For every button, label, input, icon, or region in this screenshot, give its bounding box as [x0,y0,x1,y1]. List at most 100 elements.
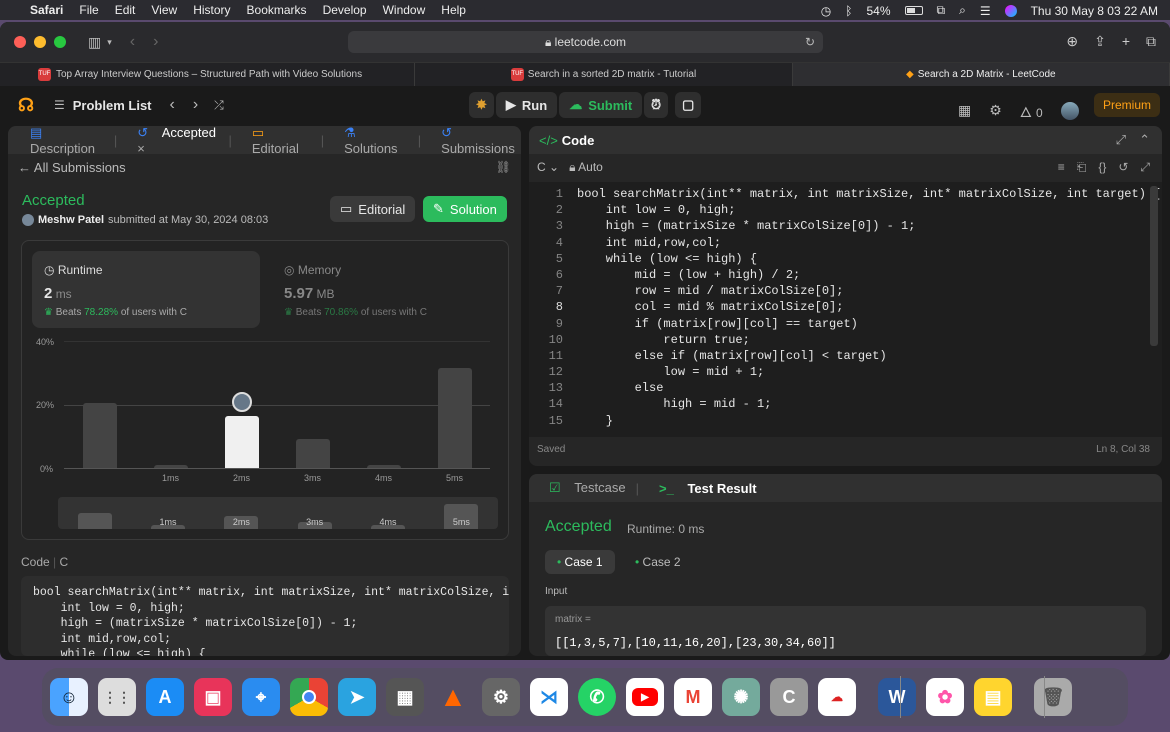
expand-icon[interactable]: ⤢ [1116,132,1126,148]
language-select[interactable]: C ⌄ [537,160,559,175]
new-tab-icon[interactable]: + [1122,33,1130,50]
launchpad-icon[interactable]: ⋮⋮ [98,678,136,716]
menu-window[interactable]: Window [383,3,426,17]
tab-leetcode[interactable]: ◆ Search a 2D Matrix - LeetCode [792,63,1170,86]
runtime-card[interactable]: ◷ Runtime 2 ms ♛ Beats 78.28% of users w… [32,251,260,328]
forward-arrow-icon[interactable]: › [153,33,158,51]
chart-bar[interactable] [153,464,188,468]
timer-button[interactable]: ⏰︎ [644,92,669,118]
chatgpt-icon[interactable]: ✺ [722,678,760,716]
youtube-icon[interactable]: ▶ [626,678,664,716]
leetcode-logo-icon[interactable]: ☊ [18,95,34,116]
tab-description[interactable]: ▤ Description [20,126,104,156]
whatsapp-icon[interactable]: ✆ [578,678,616,716]
avatar[interactable] [1060,101,1079,120]
case-1-tab[interactable]: • Case 1 [545,550,615,574]
chart-bar[interactable] [366,464,401,468]
system-settings-icon[interactable]: ⚙ [482,678,520,716]
clips-icon[interactable]: ▣ [194,678,232,716]
word-icon[interactable]: W [878,678,916,716]
control-center-icon[interactable]: ☰ [980,4,991,18]
trash-icon[interactable]: 🗑︎ [1034,678,1072,716]
vscode-icon[interactable]: ⋊ [530,678,568,716]
zoom-window-button[interactable] [54,36,66,48]
premium-button[interactable]: Premium [1094,93,1160,117]
search-icon[interactable]: ⌕ [959,3,966,18]
share-icon[interactable]: ⇪ [1094,33,1106,50]
next-problem-icon[interactable]: › [193,96,198,114]
chrome-icon[interactable] [290,678,328,716]
app-store-icon[interactable]: A [146,678,184,716]
menu-bookmarks[interactable]: Bookmarks [247,3,307,17]
chart-bar[interactable] [224,415,259,468]
cloud-app-icon[interactable]: ☁ [818,678,856,716]
menu-edit[interactable]: Edit [115,3,136,17]
tab-array-questions[interactable]: TUF Top Array Interview Questions – Struc… [0,63,416,86]
menu-develop[interactable]: Develop [323,3,367,17]
editor-scrollbar[interactable] [1150,186,1158,346]
reset-icon[interactable]: ↺ [1118,160,1128,175]
tab-solutions[interactable]: ⚗ Solutions [334,126,408,156]
chevron-down-icon[interactable]: ▾ [107,37,112,48]
notes-icon[interactable]: ▤ [974,678,1012,716]
user-avatar[interactable] [22,214,34,226]
editorial-button[interactable]: ▭ Editorial [330,196,416,222]
close-tab-icon[interactable]: × [137,141,145,156]
fullscreen-icon[interactable]: ⤢ [1140,160,1150,175]
code-area[interactable]: 1 2 3 4 5 6 7 8 9 10 11 12 13 14 15 bool searchMatrix(… [529,182,1162,437]
shuffle-icon[interactable]: ⤮ [214,98,224,113]
bluetooth-icon[interactable]: ᛒ [845,4,852,18]
safari-icon[interactable]: ⌖ [242,678,280,716]
tab-search-tutorial[interactable]: TUF Search in a sorted 2D matrix - Tutori… [415,63,793,86]
format-icon[interactable]: ≡ [1058,160,1065,175]
streak-flame-icon[interactable]: 🜂 0 [1020,96,1043,125]
menubar-datetime[interactable]: Thu 30 May 8 03 22 AM [1031,4,1158,18]
menu-history[interactable]: History [193,3,230,17]
memory-card[interactable]: ◎ Memory 5.97 MB ♛ Beats 70.86% of users… [272,251,500,328]
siri-icon[interactable] [1004,4,1017,17]
all-submissions-link[interactable]: ← All Submissions [18,160,126,175]
clock-icon[interactable]: ◷ [821,4,831,18]
collapse-icon[interactable]: ⌃ [1139,132,1150,148]
downloads-icon[interactable]: ⊕ [1066,33,1078,50]
chart-bar[interactable] [295,439,330,468]
case-2-tab[interactable]: • Case 2 [625,550,691,574]
username[interactable]: Meshw Patel [38,214,104,226]
bookmark-icon[interactable]: ⎗ [1077,160,1087,175]
braces-icon[interactable]: {} [1098,160,1106,175]
range-selector[interactable]: 1ms 2ms 3ms 4ms 5ms [58,497,498,529]
reload-icon[interactable]: ↻ [805,31,815,53]
gmail-icon[interactable]: M [674,678,712,716]
c-app-icon[interactable]: C [770,678,808,716]
minimize-window-button[interactable] [34,36,46,48]
close-window-button[interactable] [14,36,26,48]
menu-help[interactable]: Help [441,3,466,17]
chart-bar[interactable] [437,368,472,468]
tab-editorial[interactable]: ▭ Editorial [242,126,311,156]
telegram-icon[interactable]: ➤ [338,678,376,716]
prev-problem-icon[interactable]: ‹ [170,96,175,114]
auto-mode[interactable]: 🔒︎ Auto [569,160,603,175]
address-bar[interactable]: 🔒︎ leetcode.com ↻ [348,31,823,53]
finder-icon[interactable]: ☺ [50,678,88,716]
battery-percent[interactable]: 54% [866,4,890,18]
menu-file[interactable]: File [79,3,98,17]
menu-app-name[interactable]: Safari [30,3,63,17]
tab-testcase[interactable]: ☑ Testcase [539,480,626,496]
tab-overview-icon[interactable]: ⧉ [1146,33,1156,50]
run-button[interactable]: ▶ Run [495,92,558,118]
back-arrow-icon[interactable]: ‹ [130,33,135,51]
problem-list-link[interactable]: Problem List [73,98,152,113]
settings-gear-icon[interactable]: ⚙ [989,102,1002,119]
chart-bar[interactable] [82,402,117,468]
tab-accepted[interactable]: ↺ Accepted × [127,126,218,156]
calculator-icon[interactable]: ▦ [386,678,424,716]
notes-button[interactable]: ▢ [675,92,702,118]
vlc-icon[interactable]: ▲ [434,678,472,716]
photos-icon[interactable]: ✿ [926,678,964,716]
menu-view[interactable]: View [151,3,177,17]
screen-mirror-icon[interactable]: ⧉ [937,3,946,18]
link-icon[interactable]: ⛓︎ [496,160,511,174]
debug-button[interactable]: ✸ [469,92,494,118]
sidebar-toggle-icon[interactable]: ▥ [88,34,101,51]
